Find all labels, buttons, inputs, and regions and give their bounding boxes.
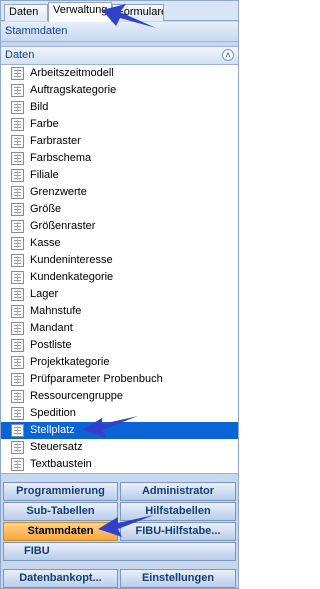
annotation-arrow-nav (98, 515, 154, 537)
nav-fibu-button[interactable]: FIBU (3, 542, 236, 561)
list-item-label: Kundenkategorie (30, 271, 114, 283)
list-item[interactable]: Postliste (1, 337, 238, 354)
table-icon (11, 101, 24, 114)
list-item-label: Mandant (30, 322, 73, 334)
list-item[interactable]: Textbaustein (1, 456, 238, 473)
table-icon (11, 322, 24, 335)
list-item-label: Farbe (30, 118, 59, 130)
nav-datenbankoptionen-button[interactable]: Datenbankopt... (3, 569, 118, 588)
table-icon (11, 237, 24, 250)
table-icon (11, 118, 24, 131)
list-item-label: Farbraster (30, 135, 81, 147)
table-icon (11, 458, 24, 471)
list-item-label: Kundeninteresse (30, 254, 113, 266)
table-icon (11, 407, 24, 420)
table-icon (11, 390, 24, 403)
list-item-label: Postliste (30, 339, 72, 351)
table-icon (11, 84, 24, 97)
list-item[interactable]: Auftragskategorie (1, 82, 238, 99)
list-item-label: Mahnstufe (30, 305, 82, 317)
table-icon (11, 169, 24, 182)
section-title: Daten (5, 49, 35, 61)
table-icon (11, 254, 24, 267)
list-item[interactable]: Lager (1, 286, 238, 303)
table-icon (11, 288, 24, 301)
list-item[interactable]: Filiale (1, 167, 238, 184)
list-item-label: Bild (30, 101, 49, 113)
list-item-label: Ressourcengruppe (30, 390, 123, 402)
list-item-label: Projektkategorie (30, 356, 110, 368)
list-item[interactable]: Kundenkategorie (1, 269, 238, 286)
list-item-label: Textbaustein (30, 458, 92, 470)
list-item-label: Größenraster (30, 220, 96, 232)
nav-einstellungen-button[interactable]: Einstellungen (120, 569, 236, 588)
list-item[interactable]: Kundeninteresse (1, 252, 238, 269)
nav-administrator-button[interactable]: Administrator (120, 482, 236, 501)
list-item-label: Steuersatz (30, 441, 83, 453)
table-icon (11, 271, 24, 284)
table-icon (11, 67, 24, 80)
list-item[interactable]: Farbe (1, 116, 238, 133)
list-item-label: Größe (30, 203, 62, 215)
table-icon (11, 305, 24, 318)
table-icon (11, 373, 24, 386)
list-item[interactable]: Größenraster (1, 218, 238, 235)
list-item[interactable]: Ressourcengruppe (1, 388, 238, 405)
table-icon (11, 220, 24, 233)
list-item-label: Farbschema (30, 152, 92, 164)
list-item[interactable]: Arbeitszeitmodell (1, 65, 238, 82)
list-item[interactable]: Mandant (1, 320, 238, 337)
list-item[interactable]: Farbraster (1, 133, 238, 150)
list-item[interactable]: Bild (1, 99, 238, 116)
list-item-label: Arbeitszeitmodell (30, 67, 114, 79)
list-item-label: Filiale (30, 169, 59, 181)
table-icon (11, 152, 24, 165)
list-item-label: Stellplatz (30, 424, 75, 436)
list-item[interactable]: Projektkategorie (1, 354, 238, 371)
list-item-label: Auftragskategorie (30, 84, 117, 96)
table-icon (11, 135, 24, 148)
list-item[interactable]: Farbschema (1, 150, 238, 167)
table-icon (11, 441, 24, 454)
tab-daten[interactable]: Daten (4, 4, 48, 21)
list-item[interactable]: Kasse (1, 235, 238, 252)
list-item[interactable]: Prüfparameter Probenbuch (1, 371, 238, 388)
table-icon (11, 356, 24, 369)
list-item-label: Spedition (30, 407, 76, 419)
table-icon (11, 424, 24, 437)
list-item-label: Grenzwerte (30, 186, 87, 198)
table-icon (11, 186, 24, 199)
nav-programmierung-button[interactable]: Programmierung (3, 482, 118, 501)
collapse-icon[interactable]: ˄ (222, 49, 234, 61)
list-item[interactable]: Mahnstufe (1, 303, 238, 320)
annotation-arrow-list (82, 416, 138, 438)
table-icon (11, 339, 24, 352)
list-item-label: Prüfparameter Probenbuch (30, 373, 163, 385)
section-header-daten[interactable]: Daten ˄ (1, 46, 238, 65)
table-icon (11, 203, 24, 216)
annotation-arrow-tab (102, 4, 156, 28)
list-item-label: Kasse (30, 237, 61, 249)
list-item-label: Lager (30, 288, 59, 300)
list-item[interactable]: Grenzwerte (1, 184, 238, 201)
list-item[interactable]: Größe (1, 201, 238, 218)
